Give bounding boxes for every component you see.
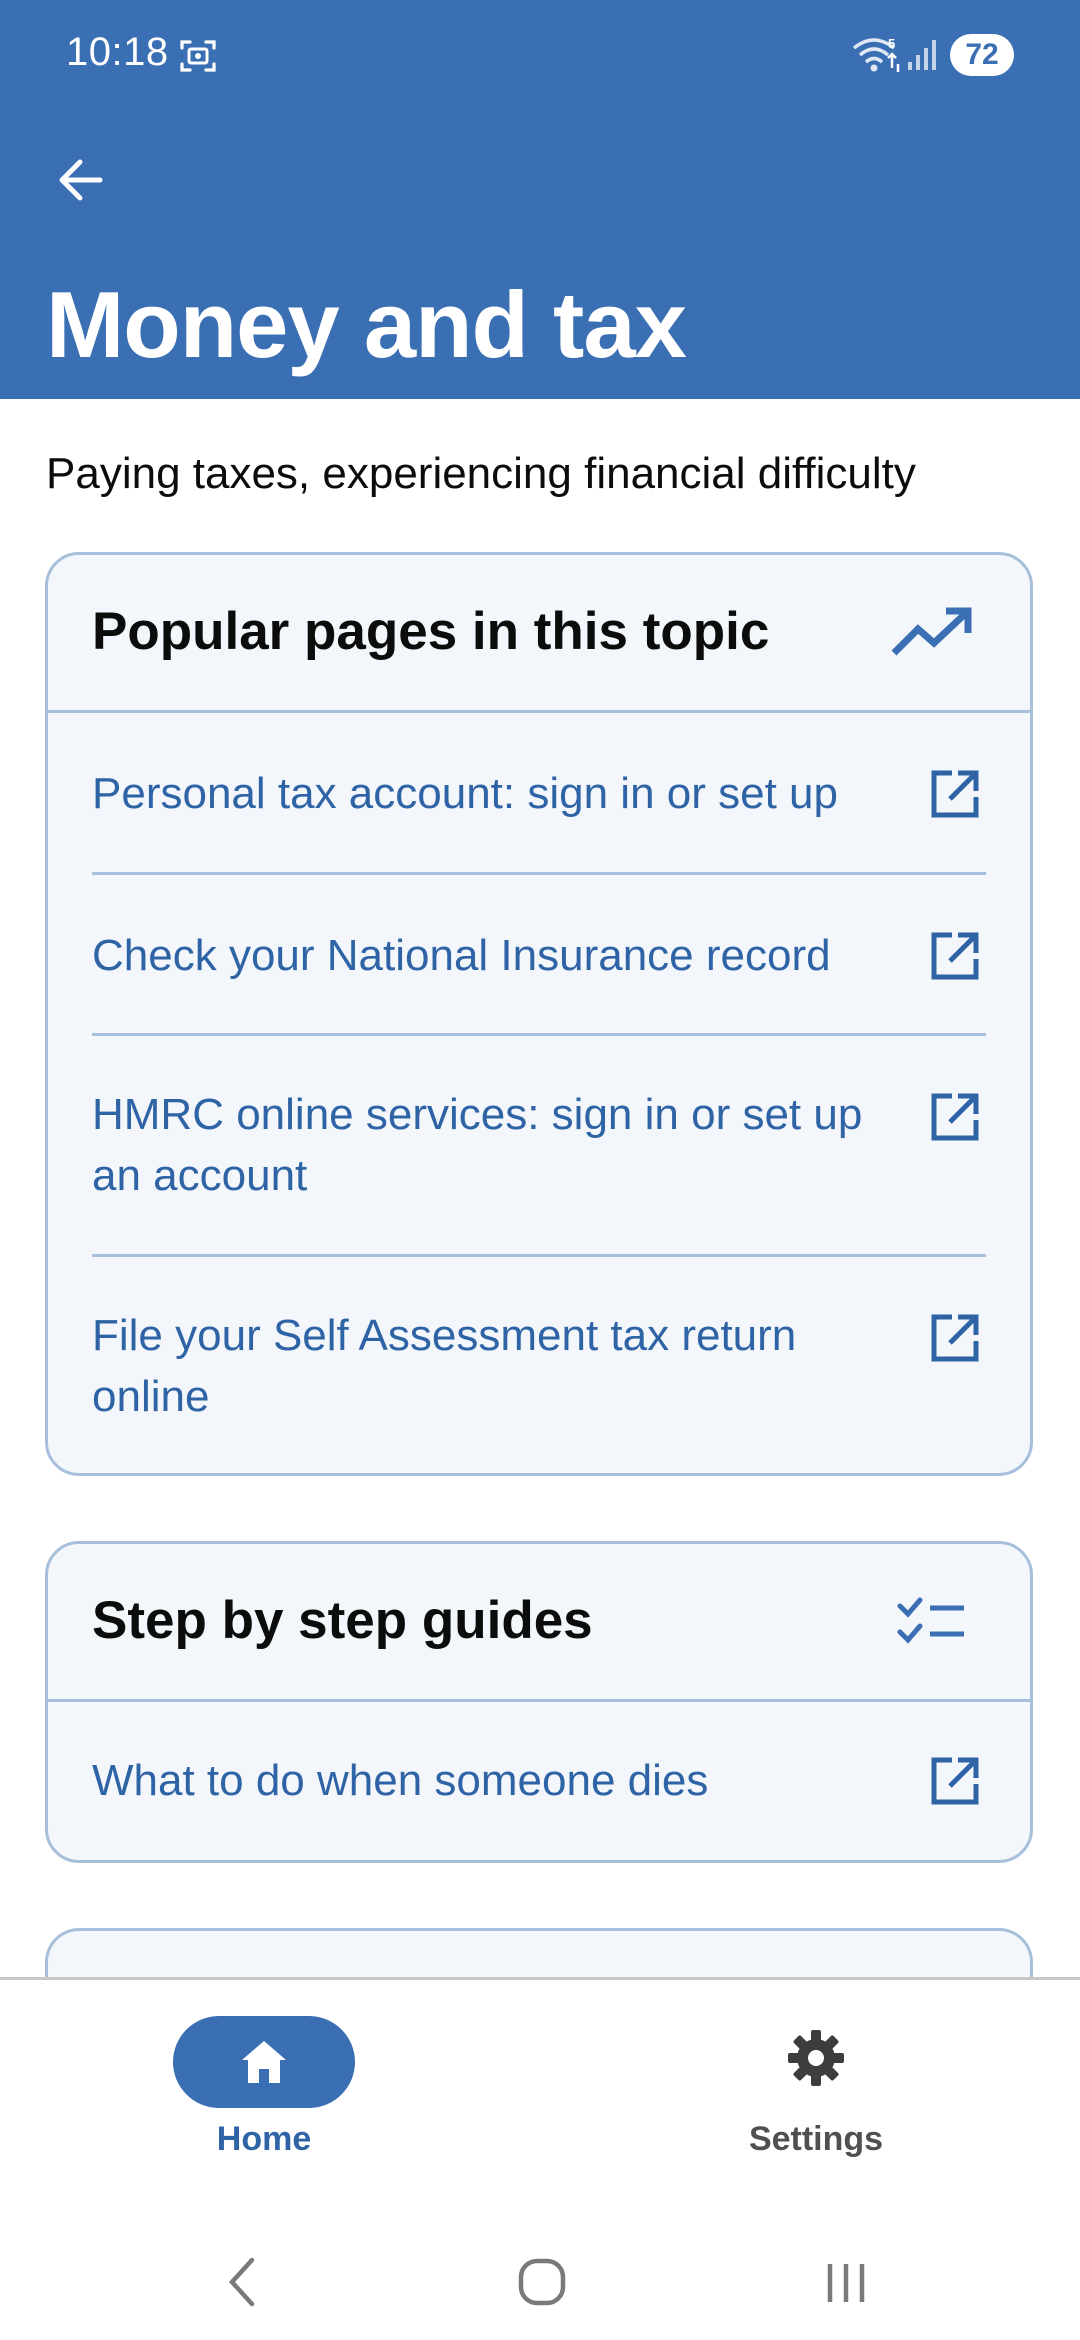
popular-pages-card: Popular pages in this topic Personal tax…	[45, 552, 1033, 1476]
link-label: HMRC online services: sign in or set up …	[92, 1090, 863, 1200]
chevron-left-icon	[228, 2257, 255, 2307]
nav-home-label: Home	[216, 2120, 312, 2158]
system-recents-button[interactable]	[806, 2250, 886, 2314]
nav-home-indicator	[173, 2016, 355, 2108]
recents-icon	[827, 2264, 865, 2302]
home-icon	[242, 2041, 286, 2083]
signal-icon	[908, 40, 936, 70]
external-link-icon	[931, 1757, 979, 1805]
nav-settings-label: Settings	[748, 2120, 884, 2158]
external-link-icon	[931, 1314, 979, 1362]
link-label: Personal tax account: sign in or set up	[92, 769, 838, 818]
system-navigation-bar	[0, 2180, 1080, 2340]
back-button[interactable]	[48, 148, 112, 212]
status-bar: 10:18 5 72	[0, 0, 1080, 110]
step-by-step-card: Step by step guides What to do when some…	[45, 1541, 1033, 1863]
external-link-icon	[931, 932, 979, 980]
nav-home[interactable]: Home	[134, 1980, 394, 2180]
link-label: File your Self Assessment tax return onl…	[92, 1311, 797, 1421]
bottom-navigation: Home Settings	[0, 1977, 1080, 2180]
app-header: 10:18 5 72 Money and tax	[0, 0, 1080, 399]
system-home-button[interactable]	[502, 2250, 582, 2314]
link-personal-tax-account[interactable]: Personal tax account: sign in or set up	[92, 713, 986, 875]
checklist-icon	[897, 1597, 964, 1644]
page-subtitle: Paying taxes, experiencing financial dif…	[46, 449, 916, 498]
svg-text:5: 5	[888, 36, 895, 51]
link-national-insurance-record[interactable]: Check your National Insurance record	[92, 875, 986, 1036]
link-hmrc-online-services[interactable]: HMRC online services: sign in or set up …	[92, 1036, 986, 1257]
system-back-button[interactable]	[202, 2250, 282, 2314]
arrow-left-icon	[59, 159, 103, 201]
link-self-assessment-return[interactable]: File your Self Assessment tax return onl…	[92, 1257, 986, 1473]
trending-up-icon	[891, 607, 972, 656]
page-title: Money and tax	[46, 272, 687, 377]
external-link-icon	[931, 1093, 979, 1141]
battery-indicator: 72	[950, 34, 1014, 76]
wifi-icon: 5	[852, 36, 900, 72]
link-when-someone-dies[interactable]: What to do when someone dies	[92, 1702, 986, 1860]
external-link-icon	[931, 770, 979, 818]
home-circle-icon	[518, 2258, 566, 2306]
step-by-step-title: Step by step guides	[92, 1591, 593, 1650]
status-time: 10:18	[66, 30, 169, 74]
link-label: What to do when someone dies	[92, 1756, 709, 1805]
popular-pages-title: Popular pages in this topic	[92, 602, 770, 661]
popular-pages-header: Popular pages in this topic	[48, 555, 1030, 713]
nav-settings-icon-wrap	[686, 2018, 946, 2098]
screenshot-icon	[180, 40, 216, 72]
gear-icon	[788, 2030, 844, 2086]
link-label: Check your National Insurance record	[92, 931, 831, 980]
step-by-step-header: Step by step guides	[48, 1544, 1030, 1702]
nav-settings[interactable]: Settings	[686, 1980, 946, 2180]
